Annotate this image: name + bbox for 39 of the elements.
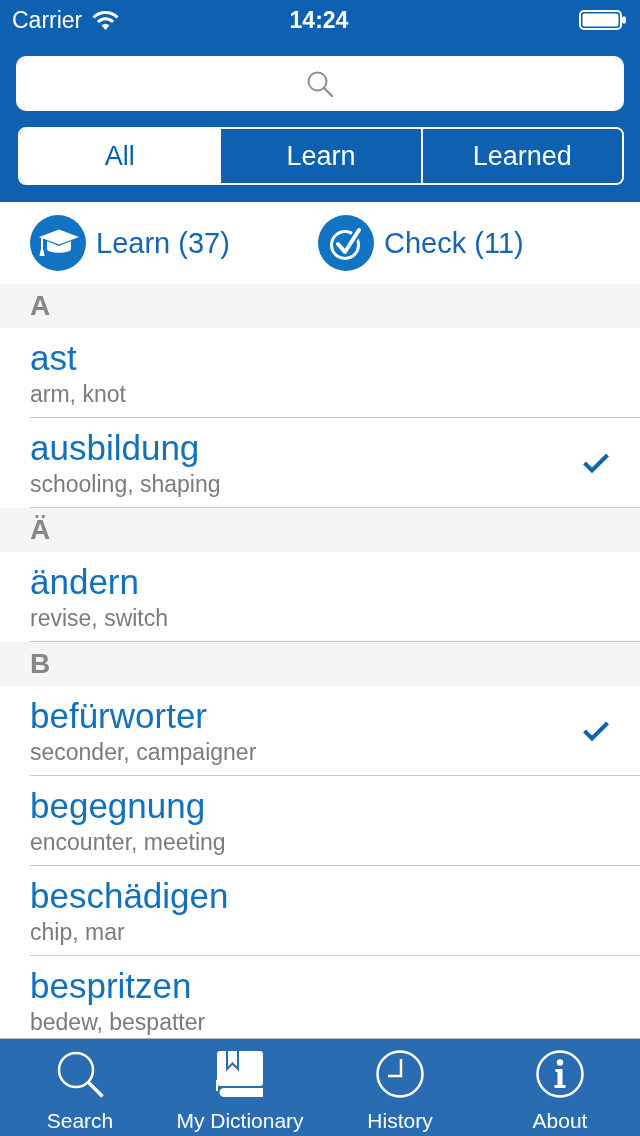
check-circle-icon [318, 215, 374, 271]
section-header: B [0, 642, 640, 686]
word-text: ast [30, 338, 78, 377]
translation-text: encounter, meeting [30, 827, 227, 856]
search-field[interactable] [16, 56, 624, 111]
word-row[interactable]: begegnung encounter, meeting [0, 776, 640, 866]
translation-text: schooling, shaping [30, 469, 222, 498]
word-text: begegnung [30, 786, 207, 825]
graduation-cap-icon [30, 215, 86, 271]
word-row[interactable]: ändern revise, switch [0, 552, 640, 642]
word-row[interactable]: ast arm, knot [0, 328, 640, 418]
carrier-name: Carrier [12, 6, 83, 34]
section-header: Ä [0, 508, 640, 552]
word-text: bespritzen [30, 966, 193, 1005]
battery-icon [579, 10, 626, 30]
word-text: beschädigen [30, 876, 230, 915]
filter-tab[interactable]: Learned [420, 129, 622, 183]
tab-bar-item[interactable]: My Dictionary [176, 1039, 304, 1136]
tab-bar-item[interactable]: About [532, 1039, 588, 1136]
translation-text: chip, mar [30, 917, 126, 946]
word-text: ausbildung [30, 428, 201, 467]
translation-text: seconder, campaigner [30, 737, 258, 766]
word-text: ändern [30, 562, 140, 601]
word-row[interactable]: befürworter seconder, campaigner [0, 686, 640, 776]
section-header: A [0, 284, 640, 328]
translation-text: bedew, bespatter [30, 1007, 207, 1036]
word-row[interactable]: beschädigen chip, mar [0, 866, 640, 956]
wifi-icon [92, 10, 120, 30]
learn-button[interactable]: Learn (37) [30, 215, 230, 271]
tab-bar-item[interactable]: Search [46, 1039, 114, 1136]
tab-bar-item[interactable]: History [367, 1039, 433, 1136]
translation-text: arm, knot [30, 379, 127, 408]
word-row[interactable]: ausbildung schooling, shaping [0, 418, 640, 508]
status-time: 14:24 [289, 6, 349, 34]
check-button[interactable]: Check (11) [318, 215, 524, 271]
search-icon [307, 70, 333, 97]
filter-tab[interactable]: All [20, 129, 220, 183]
translation-text: revise, switch [30, 603, 170, 632]
word-text: befürworter [30, 696, 209, 735]
